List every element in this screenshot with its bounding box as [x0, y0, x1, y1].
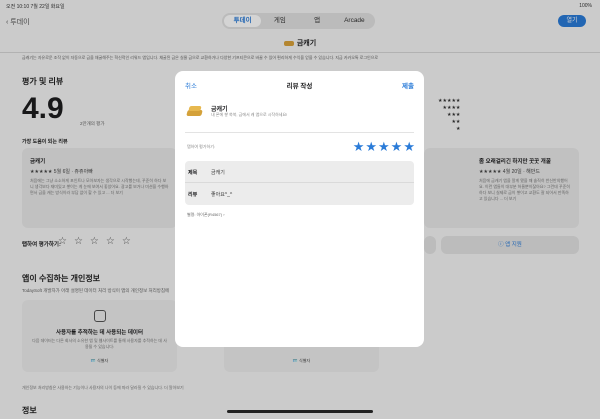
app-subtitle: 내 폰에 쌓 쑥쑥, 금에서 캐 앱으로 시작하세요!	[211, 112, 288, 117]
submit-button[interactable]: 제출	[402, 80, 414, 90]
app-summary: 금캐기 내 폰에 쌓 쑥쑥, 금에서 캐 앱으로 시작하세요!	[175, 95, 424, 137]
app-icon	[185, 101, 205, 121]
sheet-title: 리뷰 작성	[286, 83, 313, 90]
title-field-label: 제목	[188, 170, 198, 176]
review-field[interactable]: 좋아요^_^	[211, 191, 391, 198]
tap-to-rate-label: 탭하여 평가하기:	[187, 144, 215, 149]
review-row: 리뷰 좋아요^_^	[185, 183, 414, 205]
rating-row: 탭하여 평가하기: ★★★★★	[175, 136, 424, 158]
write-review-sheet: 취소 리뷰 작성 제출 금캐기 내 폰에 쌓 쑥쑥, 금에서 캐 앱으로 시작하…	[175, 71, 424, 347]
nickname-link[interactable]: 별명: 아이폰(R4567) ›	[187, 212, 225, 218]
nickname-text: 별명: 아이폰(R4567)	[187, 212, 223, 217]
title-field[interactable]: 금캐기	[211, 169, 391, 176]
review-form: 제목 금캐기 리뷰 좋아요^_^	[185, 161, 414, 205]
sheet-header: 취소 리뷰 작성 제출	[175, 71, 424, 95]
title-row: 제목 금캐기	[185, 161, 414, 183]
review-field-label: 리뷰	[188, 192, 198, 198]
home-indicator[interactable]	[227, 410, 373, 413]
divider	[185, 132, 414, 133]
star-rating-input[interactable]: ★★★★★	[353, 139, 416, 155]
